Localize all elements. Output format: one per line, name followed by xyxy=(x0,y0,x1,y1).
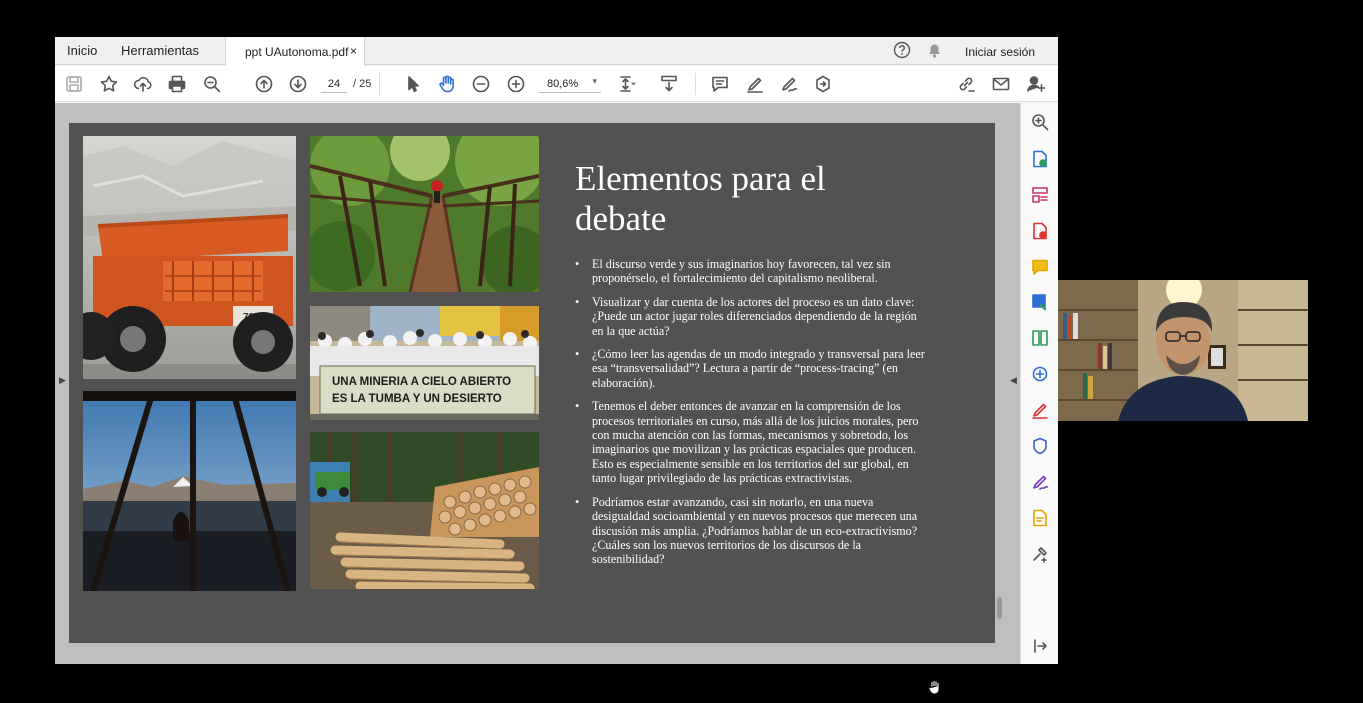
comment-icon[interactable] xyxy=(709,73,731,95)
tools-panel xyxy=(1020,103,1058,664)
stamp-icon[interactable] xyxy=(1030,508,1050,528)
document-tab[interactable]: ppt UAutonoma.pdf × xyxy=(225,37,365,66)
bullet-item: Tenemos el deber entonces de avanzar en … xyxy=(575,399,925,485)
mining-truck-photo: 797 xyxy=(83,136,296,379)
slide-bullet-list: El discurso verde y sus imaginarios hoy … xyxy=(575,257,925,576)
scroll-mode-icon[interactable] xyxy=(658,73,680,95)
bell-icon[interactable] xyxy=(926,41,943,62)
page-up-icon[interactable] xyxy=(253,73,275,95)
forest-bridge-photo xyxy=(310,136,539,292)
webcam-video-thumbnail xyxy=(1058,280,1308,421)
desert-pool-photo xyxy=(83,391,296,591)
more-tools-icon[interactable] xyxy=(1030,544,1050,564)
tab-close-button[interactable]: × xyxy=(350,44,357,58)
scan-icon[interactable] xyxy=(1030,292,1050,312)
upload-icon[interactable] xyxy=(132,73,154,95)
zoom-out-icon[interactable] xyxy=(470,73,492,95)
hand-tool-icon[interactable] xyxy=(436,73,458,95)
link-icon[interactable] xyxy=(955,73,977,95)
help-icon[interactable] xyxy=(893,41,911,62)
pdf-reader-window: Inicio Herramientas ppt UAutonoma.pdf × … xyxy=(55,37,1058,695)
menu-herramientas[interactable]: Herramientas xyxy=(121,43,199,58)
print-icon[interactable] xyxy=(166,73,188,95)
comment-tool-icon[interactable] xyxy=(1030,257,1050,277)
save-icon[interactable] xyxy=(63,73,85,95)
left-panel-toggle-icon[interactable]: ▶ xyxy=(59,375,66,386)
zoom-value: 80,6% xyxy=(547,78,579,90)
sign-icon[interactable] xyxy=(778,73,800,95)
menu-bar: Inicio Herramientas ppt UAutonoma.pdf × … xyxy=(55,37,1058,66)
fit-page-icon[interactable] xyxy=(616,73,638,95)
sign-in-link[interactable]: Iniciar sesión xyxy=(965,45,1035,59)
banner-line-2: ES LA TUMBA Y UN DESIERTO xyxy=(332,393,502,405)
bullet-item: Visualizar y dar cuenta de los actores d… xyxy=(575,295,925,338)
banner-line-1: UNA MINERIA A CIELO ABIERTO xyxy=(332,376,511,388)
protect-icon[interactable] xyxy=(1030,436,1050,456)
protest-banner-photo: UNA MINERIA A CIELO ABIERTO ES LA TUMBA … xyxy=(310,306,539,420)
star-icon[interactable] xyxy=(98,73,120,95)
add-user-icon[interactable] xyxy=(1025,73,1047,95)
select-pointer-icon[interactable] xyxy=(402,73,424,95)
bullet-item: El discurso verde y sus imaginarios hoy … xyxy=(575,257,925,286)
timber-logs-photo xyxy=(310,432,539,589)
edit-pdf-icon[interactable] xyxy=(1030,364,1050,384)
slide-title: Elementos para el debate xyxy=(575,159,826,238)
compress-icon[interactable] xyxy=(1030,328,1050,348)
bullet-item: ¿Cómo leer las agendas de un modo integr… xyxy=(575,347,925,390)
email-icon[interactable] xyxy=(990,73,1012,95)
hand-cursor-icon xyxy=(928,679,942,698)
toolbar: / 25 80,6% ▾ xyxy=(55,66,1058,102)
fill-sign-icon[interactable] xyxy=(1030,400,1050,420)
page-total: / 25 xyxy=(353,78,372,90)
page-number-input[interactable] xyxy=(321,75,347,93)
signature-icon[interactable] xyxy=(1030,472,1050,492)
zoom-icon[interactable] xyxy=(1030,112,1050,132)
create-pdf-icon[interactable] xyxy=(1030,221,1050,241)
search-zoom-icon[interactable] xyxy=(201,73,223,95)
document-viewport[interactable]: ▶ ◀ UNA MINERIA A CIELO ABIERTO ES LA TU… xyxy=(55,103,1020,695)
vertical-scrollbar[interactable] xyxy=(997,597,1002,619)
share-icon[interactable] xyxy=(812,73,834,95)
menu-inicio[interactable]: Inicio xyxy=(67,43,97,58)
collapse-panel-icon[interactable] xyxy=(1030,636,1050,656)
document-tab-title: ppt UAutonoma.pdf xyxy=(245,45,349,59)
right-panel-toggle-icon[interactable]: ◀ xyxy=(1010,375,1017,386)
zoom-in-icon[interactable] xyxy=(505,73,527,95)
chevron-down-icon: ▾ xyxy=(592,76,597,86)
page-down-icon[interactable] xyxy=(287,73,309,95)
bullet-item: Podríamos estar avanzando, casi sin nota… xyxy=(575,495,925,567)
zoom-select[interactable]: 80,6% ▾ xyxy=(539,75,601,93)
export-pdf-icon[interactable] xyxy=(1030,149,1050,169)
slide-page: 797 xyxy=(69,123,995,643)
highlight-icon[interactable] xyxy=(744,73,766,95)
organize-pages-icon[interactable] xyxy=(1030,185,1050,205)
